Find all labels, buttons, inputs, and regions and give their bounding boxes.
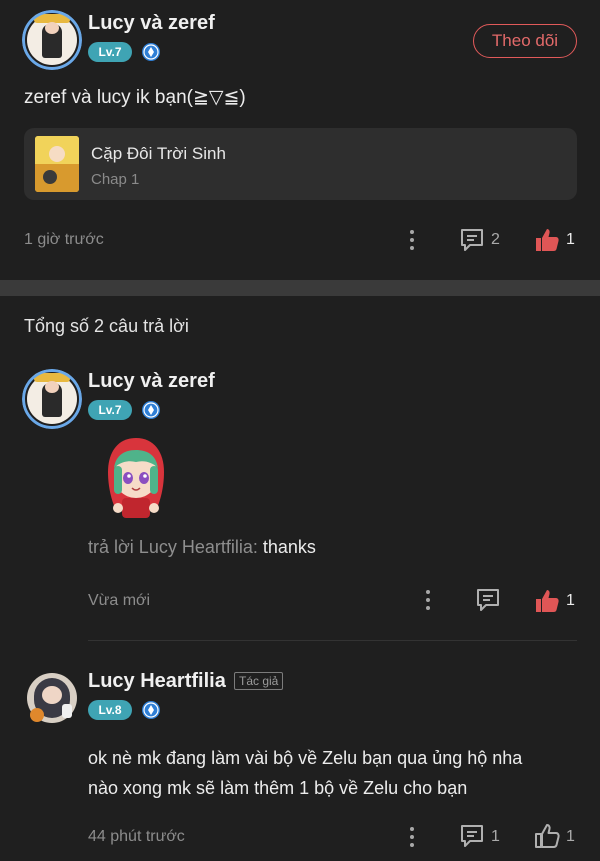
post-time: 1 giờ trước — [24, 231, 104, 248]
more-options-icon[interactable] — [406, 228, 418, 252]
comment-count: 1 — [491, 828, 500, 845]
reply-text: trả lời Lucy Heartfilia: thanks — [88, 537, 316, 558]
avatar[interactable] — [22, 369, 82, 429]
manga-card[interactable]: Cặp Đôi Trời Sinh Chap 1 — [24, 128, 577, 200]
reply-mention[interactable]: trả lời Lucy Heartfilia: — [88, 537, 258, 557]
manga-chapter: Chap 1 — [91, 171, 140, 188]
avatar[interactable] — [22, 668, 82, 728]
reply-body: thanks — [257, 537, 316, 557]
like-count: 1 — [566, 592, 575, 609]
comment-icon[interactable] — [458, 822, 486, 850]
level-badge: Lv.8 — [88, 700, 132, 720]
red-hood-girl-sticker — [108, 438, 164, 518]
post-author-name[interactable]: Lucy và zeref — [88, 12, 215, 35]
like-icon[interactable] — [533, 822, 561, 850]
verified-shield-icon — [142, 43, 160, 61]
replies-header: Tổng số 2 câu trả lời — [24, 316, 189, 336]
level-badge: Lv.7 — [88, 400, 132, 420]
reply-author-name[interactable]: Lucy và zeref — [88, 370, 215, 393]
follow-button[interactable]: Theo dõi — [473, 24, 577, 58]
author-tag: Tác giả — [234, 672, 284, 690]
reply-time: Vừa mới — [88, 592, 151, 609]
manga-title: Cặp Đôi Trời Sinh — [91, 144, 226, 163]
verified-shield-icon — [142, 701, 160, 719]
manga-thumbnail — [35, 136, 79, 192]
main-post: Lucy và zeref Lv.7 Theo dõi zeref và luc… — [0, 0, 600, 280]
section-divider — [0, 280, 600, 296]
reply-text: ok nè mk đang làm vài bộ về Zelu bạn qua… — [88, 743, 578, 803]
avatar[interactable] — [22, 10, 82, 70]
like-count: 1 — [566, 828, 575, 845]
post-text: zeref và lucy ik bạn(≧▽≦) — [24, 87, 246, 108]
comment-icon[interactable] — [458, 226, 486, 254]
reply-time: 44 phút trước — [88, 828, 185, 845]
comment-count: 2 — [491, 231, 500, 248]
more-options-icon[interactable] — [422, 588, 434, 612]
reply-author-name[interactable]: Lucy Heartfilia — [88, 670, 226, 693]
level-badge: Lv.7 — [88, 42, 132, 62]
reply-text-line: nào xong mk sẽ làm thêm 1 bộ về Zelu cho… — [88, 778, 468, 798]
verified-shield-icon — [142, 401, 160, 419]
like-icon-active[interactable] — [533, 226, 561, 254]
reply-divider — [88, 640, 577, 641]
comment-icon[interactable] — [474, 586, 502, 614]
like-count: 1 — [566, 231, 575, 248]
more-options-icon[interactable] — [406, 825, 418, 849]
reply-text-line: ok nè mk đang làm vài bộ về Zelu bạn qua… — [88, 748, 523, 768]
like-icon-active[interactable] — [533, 587, 561, 615]
